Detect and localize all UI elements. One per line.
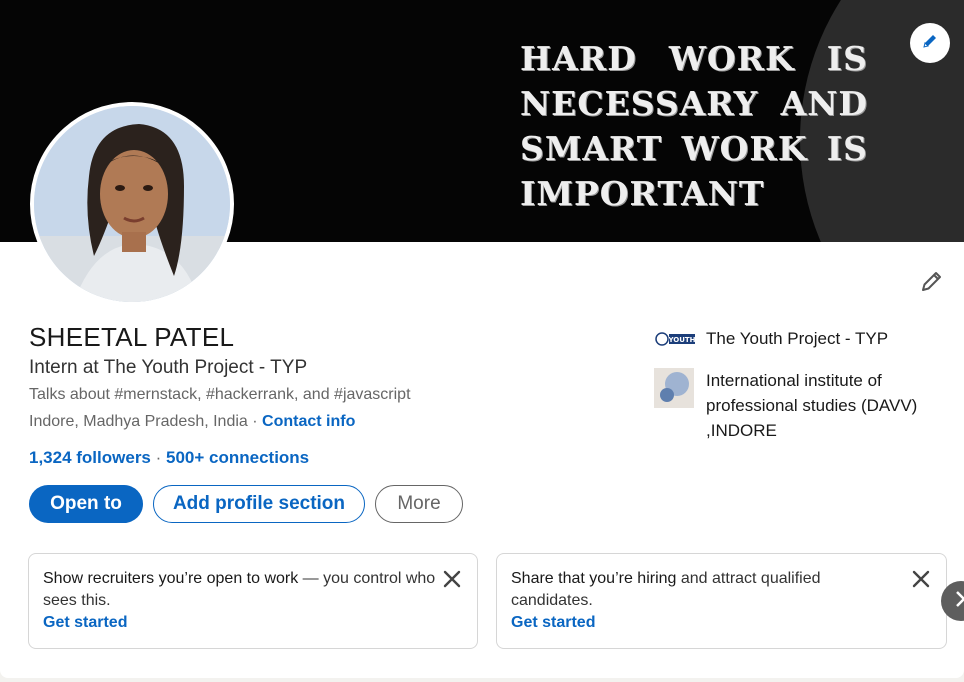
dismiss-button[interactable] — [441, 568, 463, 590]
edit-intro-button[interactable] — [912, 265, 950, 303]
get-started-link[interactable]: Get started — [511, 612, 906, 634]
edit-banner-button[interactable] — [910, 23, 950, 63]
experience-item-youth-project[interactable]: YOUTH The Youth Project - TYP — [654, 326, 888, 366]
close-icon — [441, 570, 463, 594]
open-to-work-suggestion: Show recruiters you’re open to work — yo… — [28, 553, 478, 649]
profile-talks-about: Talks about #mernstack, #hackerrank, and… — [29, 386, 411, 403]
institute-logo — [654, 368, 696, 408]
profile-name: SHEETAL PATEL — [29, 322, 235, 352]
profile-headline: Intern at The Youth Project - TYP — [29, 357, 308, 378]
contact-info-link[interactable]: Contact info — [262, 413, 355, 430]
chevron-right-icon — [955, 588, 964, 614]
network-row: 1,324 followers · 500+ connections — [29, 448, 309, 468]
education-item-institute[interactable]: International institute of professional … — [654, 368, 934, 443]
add-profile-section-button[interactable]: Add profile section — [153, 485, 365, 523]
banner-quote: HARD WORK IS NECESSARY AND SMART WORK IS… — [520, 39, 868, 213]
profile-avatar[interactable] — [30, 102, 234, 306]
hiring-suggestion: Share that you’re hiring and attract qua… — [496, 553, 947, 649]
profile-location: Indore, Madhya Pradesh, India — [29, 413, 248, 430]
followers-link[interactable]: 1,324 followers — [29, 448, 151, 467]
network-separator: · — [150, 448, 166, 467]
suggestion-title: Show recruiters you’re open to work — [43, 570, 299, 587]
education-label: International institute of professional … — [706, 371, 918, 440]
youth-project-logo: YOUTH — [654, 326, 696, 366]
svg-text:YOUTH: YOUTH — [667, 336, 695, 344]
close-icon — [910, 570, 932, 594]
profile-card: HARD WORK IS NECESSARY AND SMART WORK IS… — [0, 0, 964, 678]
profile-location-row: Indore, Madhya Pradesh, India · Contact … — [29, 413, 355, 431]
pencil-icon — [920, 31, 940, 56]
open-to-button[interactable]: Open to — [29, 485, 143, 523]
experience-label: The Youth Project - TYP — [706, 329, 889, 348]
get-started-link[interactable]: Get started — [43, 612, 437, 634]
dismiss-button[interactable] — [910, 568, 932, 590]
connections-link[interactable]: 500+ connections — [166, 448, 309, 467]
suggestion-title: Share that you’re hiring — [511, 570, 677, 587]
location-separator: · — [247, 413, 263, 430]
pencil-icon — [917, 268, 945, 301]
more-button[interactable]: More — [375, 485, 463, 523]
